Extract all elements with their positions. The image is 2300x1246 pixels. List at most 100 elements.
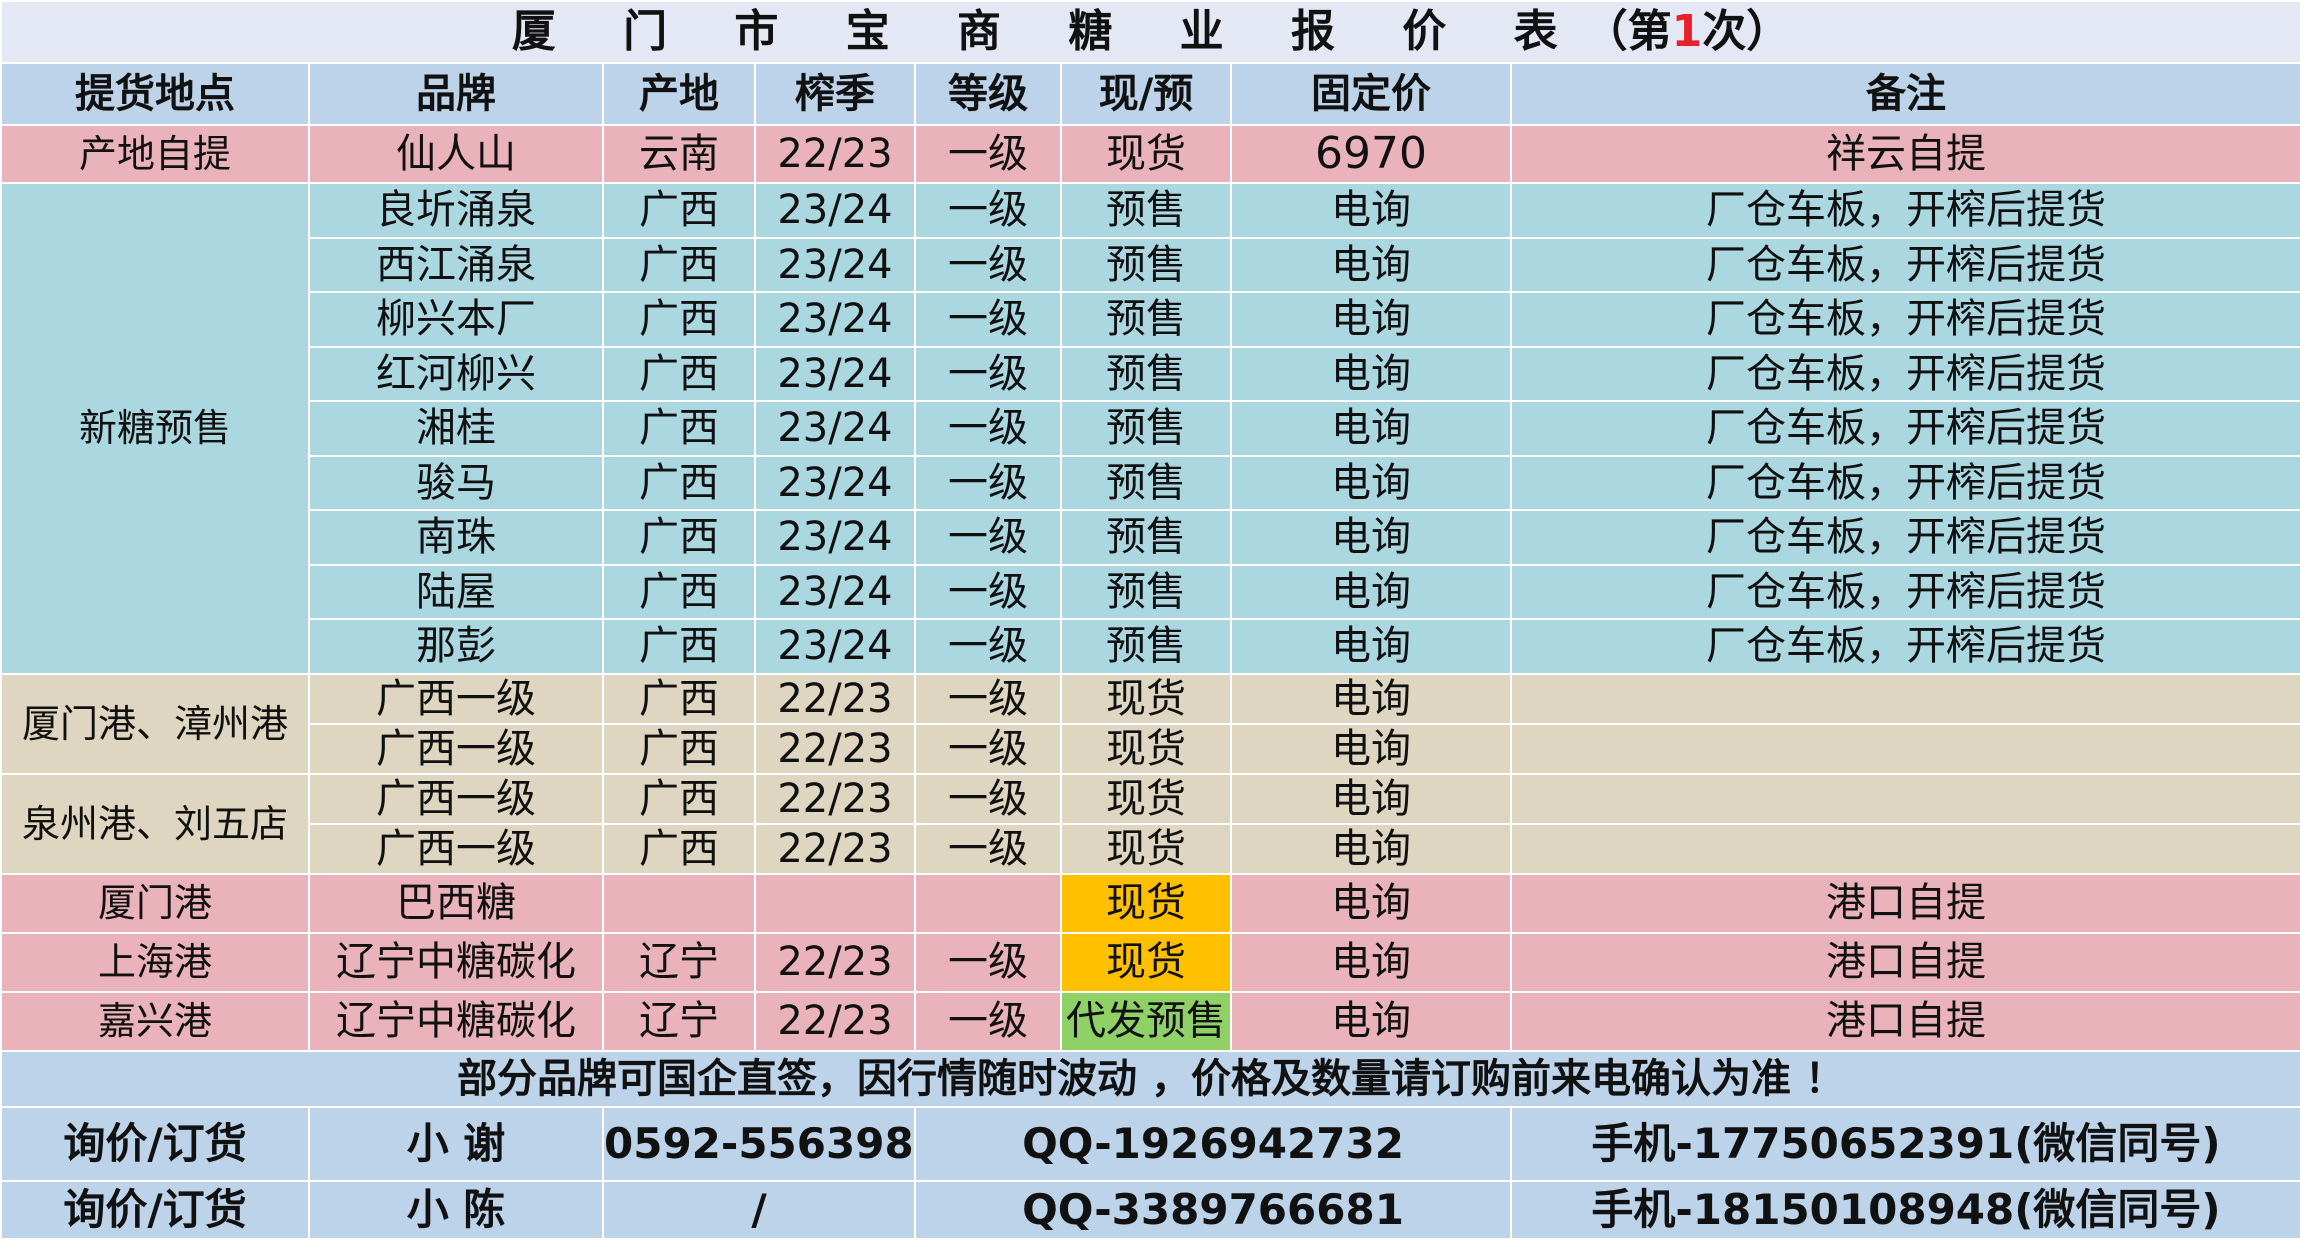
type-cell: 预售: [1060, 509, 1232, 566]
header-row: 提货地点 品牌 产地 榨季 等级 现/预 固定价 备注: [0, 62, 2300, 126]
origin-cell: 云南: [602, 124, 756, 184]
grade-cell: 一级: [914, 672, 1062, 725]
season-cell: 23/24: [754, 618, 916, 675]
location-cell: 嘉兴港: [0, 990, 310, 1052]
price-cell: 电询: [1230, 822, 1512, 875]
origin-cell: 广西: [602, 400, 756, 457]
origin-cell: 广西: [602, 618, 756, 675]
remark-cell: 厂仓车板，开榨后提货: [1510, 454, 2300, 511]
table-row: 新糖预售 良圻涌泉 广西 23/24 一级 预售 电询 厂仓车板，开榨后提货: [0, 182, 2300, 675]
price-cell: 电询: [1230, 291, 1512, 348]
contact-name: 小 陈: [308, 1179, 604, 1240]
brand-cell: 仙人山: [308, 124, 604, 184]
brand-cell: 广西一级: [308, 722, 604, 775]
price-cell: 电询: [1230, 509, 1512, 566]
type-cell: 现货: [1060, 872, 1232, 934]
location-cell: 厦门港: [0, 872, 310, 934]
table-row: 嘉兴港 辽宁中糖碳化 辽宁 22/23 一级 代发预售 电询 港口自提: [0, 990, 2300, 1052]
remark-cell: 厂仓车板，开榨后提货: [1510, 236, 2300, 293]
remark-cell: 厂仓车板，开榨后提货: [1510, 618, 2300, 675]
table-row: 柳兴本厂 广西 23/24 一级 预售 电询 厂仓车板，开榨后提货: [1, 291, 2300, 348]
price-cell: 电询: [1230, 454, 1512, 511]
header-origin: 产地: [602, 62, 756, 126]
table-row: 询价/订货小 谢 0592-5563981 QQ-1926942732 手机-1775…: [0, 1105, 2300, 1182]
brand-cell: 陆屋: [308, 563, 604, 620]
type-cell: 预售: [1060, 291, 1232, 348]
brand-cell: 骏马: [308, 454, 604, 511]
grade-cell: 一级: [914, 291, 1062, 348]
contact-qq: QQ-1926942732: [914, 1105, 1512, 1182]
grade-cell: 一级: [914, 400, 1062, 457]
price-cell: 电询: [1230, 618, 1512, 675]
price-cell: 6970: [1230, 124, 1512, 184]
remark-cell: [1510, 722, 2300, 775]
header-price: 固定价: [1230, 62, 1512, 126]
grade-cell: 一级: [914, 454, 1062, 511]
origin-cell: 广西: [602, 772, 756, 825]
brand-cell: 良圻涌泉: [308, 182, 604, 239]
sheet-title: 厦 门 市 宝 商 糖 业 报 价 表（第1次）: [0, 0, 2300, 64]
brand-cell: 西江涌泉: [308, 236, 604, 293]
table-row: 广西一级 广西 22/23 一级 现货 电询: [1, 722, 2300, 775]
season-cell: 22/23: [754, 772, 916, 825]
season-cell: 23/24: [754, 345, 916, 402]
type-cell: 预售: [1060, 345, 1232, 402]
remark-cell: 厂仓车板，开榨后提货: [1510, 182, 2300, 239]
type-cell: 预售: [1060, 563, 1232, 620]
type-cell: 现货: [1060, 124, 1232, 184]
origin-cell: 广西: [602, 822, 756, 875]
contact-phone: 0592-5563981: [602, 1105, 916, 1182]
type-cell: 预售: [1060, 400, 1232, 457]
origin-cell: [602, 872, 756, 934]
price-cell: 电询: [1230, 236, 1512, 293]
brand-cell: 红河柳兴: [308, 345, 604, 402]
season-cell: 23/24: [754, 400, 916, 457]
grade-cell: 一级: [914, 345, 1062, 402]
season-cell: 23/24: [754, 236, 916, 293]
origin-cell: 广西: [602, 563, 756, 620]
type-cell: 现货: [1060, 772, 1232, 825]
contact-name: 小 谢: [308, 1105, 604, 1182]
table-row: 厦门港、漳州港 广西一级 广西 22/23 一级 现货 电询: [0, 672, 2300, 775]
header-location: 提货地点: [0, 62, 310, 126]
price-cell: 电询: [1230, 872, 1512, 934]
season-cell: 23/24: [754, 454, 916, 511]
title-close: 次）: [1702, 6, 1791, 57]
price-cell: 电询: [1230, 182, 1512, 239]
table-row: 询价/订货小 陈 / QQ-3389766681 手机-18150108948(微信同…: [0, 1179, 2300, 1240]
contact-section: 询价/订货小 谢 0592-5563981 QQ-1926942732 手机-1775…: [0, 1105, 2300, 1240]
table-row: 湘桂 广西 23/24 一级 预售 电询 厂仓车板，开榨后提货: [1, 400, 2300, 457]
origin-cell: 广西: [602, 509, 756, 566]
import-section: 厦门港 巴西糖 现货 电询 港口自提 上海港 辽宁中糖碳化 辽宁 22/23 一级 现货 电询 港口自提…: [0, 872, 2300, 1052]
origin-cell: 广西: [602, 672, 756, 725]
origin-cell: 广西: [602, 345, 756, 402]
title-main: 厦 门 市 宝 商 糖 业 报 价 表: [511, 6, 1584, 57]
presale-section: 新糖预售 良圻涌泉 广西 23/24 一级 预售 电询 厂仓车板，开榨后提货 西江涌泉 广西 23/…: [0, 182, 2300, 675]
type-cell: 现货: [1060, 722, 1232, 775]
type-cell: 预售: [1060, 454, 1232, 511]
type-cell: 代发预售: [1060, 990, 1232, 1052]
origin-cell: 辽宁: [602, 931, 756, 993]
contact-label: 询价/订货: [0, 1105, 310, 1182]
header-grade: 等级: [914, 62, 1062, 126]
remark-cell: [1510, 822, 2300, 875]
grade-cell: 一级: [914, 124, 1062, 184]
location-cell: 产地自提: [0, 124, 310, 184]
table-row: 南珠 广西 23/24 一级 预售 电询 厂仓车板，开榨后提货: [1, 509, 2300, 566]
brand-cell: 柳兴本厂: [308, 291, 604, 348]
brand-cell: 广西一级: [308, 672, 604, 725]
origin-cell: 广西: [602, 182, 756, 239]
table-row: 产地自提 仙人山 云南 22/23 一级 现货 6970 祥云自提: [0, 124, 2300, 184]
table-row: 上海港 辽宁中糖碳化 辽宁 22/23 一级 现货 电询 港口自提: [0, 931, 2300, 993]
season-cell: 23/24: [754, 563, 916, 620]
type-cell: 预售: [1060, 618, 1232, 675]
location-cell: 泉州港、刘五店: [0, 772, 310, 875]
grade-cell: 一级: [914, 182, 1062, 239]
grade-cell: 一级: [914, 931, 1062, 993]
contact-mobile: 手机-18150108948(微信同号): [1510, 1179, 2300, 1240]
brand-cell: 广西一级: [308, 822, 604, 875]
type-cell: 现货: [1060, 672, 1232, 725]
brand-cell: 广西一级: [308, 772, 604, 825]
season-cell: [754, 872, 916, 934]
grade-cell: [914, 872, 1062, 934]
